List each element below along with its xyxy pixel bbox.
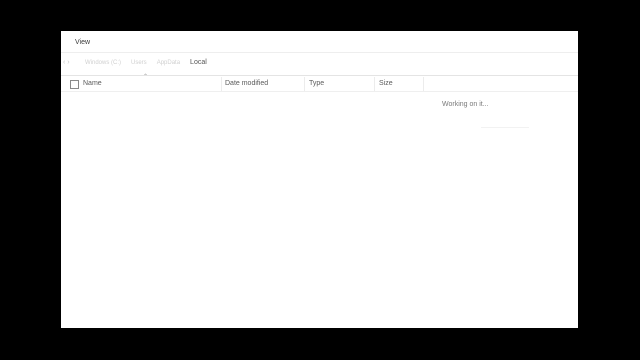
- column-header-date-modified[interactable]: Date modified: [225, 77, 268, 91]
- column-divider[interactable]: [423, 77, 424, 91]
- ribbon-tab-view[interactable]: View: [75, 39, 90, 46]
- column-divider[interactable]: [374, 77, 375, 91]
- column-header-size[interactable]: Size: [379, 77, 393, 91]
- explorer-window: View ‹ › Windows (C:) Users AppData Loca…: [61, 31, 578, 328]
- column-header-name[interactable]: Name: [83, 77, 102, 91]
- breadcrumb: Windows (C:) Users AppData Local: [85, 59, 207, 66]
- column-divider[interactable]: [221, 77, 222, 91]
- breadcrumb-current[interactable]: Local: [190, 59, 207, 66]
- loading-status: Working on it...: [442, 101, 489, 108]
- column-header-type[interactable]: Type: [309, 77, 324, 91]
- column-divider[interactable]: [304, 77, 305, 91]
- back-arrow-icon[interactable]: ‹ ›: [63, 59, 70, 66]
- address-bar[interactable]: ‹ › Windows (C:) Users AppData Local: [61, 52, 578, 76]
- breadcrumb-item[interactable]: Windows (C:): [85, 60, 121, 66]
- select-all-checkbox[interactable]: [70, 80, 79, 89]
- breadcrumb-item[interactable]: Users: [131, 60, 147, 66]
- progress-placeholder: [481, 127, 529, 128]
- breadcrumb-item[interactable]: AppData: [157, 60, 180, 66]
- column-header-row: Name Date modified Type Size: [61, 77, 578, 92]
